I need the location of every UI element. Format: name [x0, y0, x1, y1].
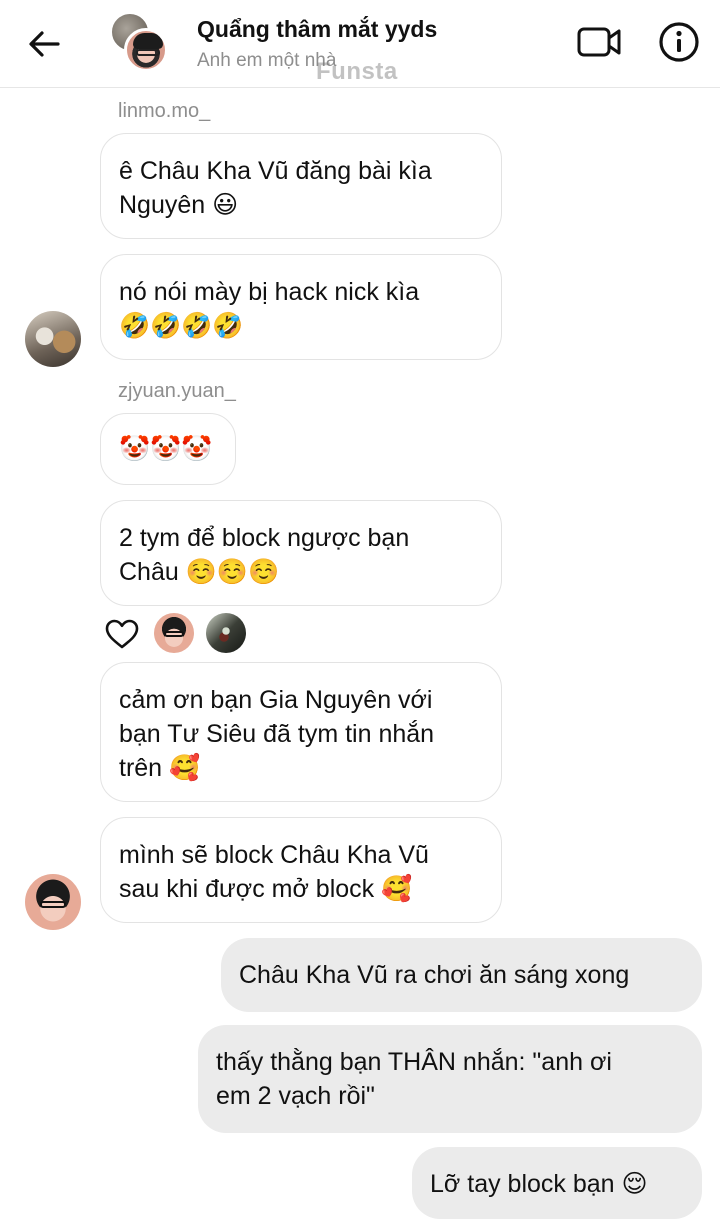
chat-title[interactable]: Quẩng thâm mắt yyds — [197, 16, 437, 43]
message-text: mình sẽ block Châu Kha Vũ sau khi được m… — [119, 841, 429, 903]
message-text: nó nói mày bị hack nick kìa 🤣🤣🤣🤣 — [119, 278, 420, 340]
like-reaction-button[interactable] — [102, 614, 142, 654]
video-camera-icon — [577, 27, 621, 57]
info-icon — [659, 22, 699, 62]
arrow-left-icon — [29, 31, 60, 57]
group-avatar[interactable] — [110, 12, 174, 72]
message-bubble-outgoing[interactable]: Lỡ tay block bạn 😌 — [412, 1147, 702, 1219]
group-avatar-front — [124, 28, 168, 72]
message-text: ê Châu Kha Vũ đăng bài kìa Nguyên 😃 — [119, 157, 432, 219]
message-text: Châu Kha Vũ ra chơi ăn sáng xong — [239, 961, 630, 989]
info-button[interactable] — [654, 18, 704, 66]
video-call-button[interactable] — [574, 20, 624, 64]
message-text: 🤡🤡🤡 — [119, 435, 213, 463]
chat-header: Quẩng thâm mắt yyds Anh em một nhà Funst… — [0, 0, 720, 88]
message-text: thấy thằng bạn THÂN nhắn: "anh ơi em 2 v… — [216, 1048, 612, 1110]
avatar[interactable] — [25, 874, 81, 930]
message-bubble[interactable]: cảm ơn bạn Gia Nguyên với bạn Tư Siêu đã… — [100, 662, 502, 802]
message-bubble[interactable]: mình sẽ block Châu Kha Vũ sau khi được m… — [100, 817, 502, 923]
message-bubble[interactable]: 2 tym để block ngược bạn Châu ☺️☺️☺️ — [100, 500, 502, 606]
avatar[interactable] — [25, 311, 81, 367]
reactor-avatar[interactable] — [206, 613, 246, 653]
message-text: Lỡ tay block bạn 😌 — [430, 1170, 648, 1198]
message-bubble-outgoing[interactable]: thấy thằng bạn THÂN nhắn: "anh ơi em 2 v… — [198, 1025, 702, 1133]
watermark: Funsta — [316, 58, 398, 85]
message-bubble[interactable]: ê Châu Kha Vũ đăng bài kìa Nguyên 😃 — [100, 133, 502, 239]
message-bubble[interactable]: nó nói mày bị hack nick kìa 🤣🤣🤣🤣 — [100, 254, 502, 360]
message-text: 2 tym để block ngược bạn Châu ☺️☺️☺️ — [119, 524, 410, 586]
message-text: cảm ơn bạn Gia Nguyên với bạn Tư Siêu đã… — [119, 686, 435, 782]
sender-name: zjyuan.yuan_ — [118, 380, 236, 402]
message-bubble[interactable]: 🤡🤡🤡 — [100, 413, 236, 485]
back-button[interactable] — [22, 22, 66, 66]
reactor-avatar[interactable] — [154, 613, 194, 653]
heart-outline-icon — [105, 619, 139, 649]
message-bubble-outgoing[interactable]: Châu Kha Vũ ra chơi ăn sáng xong — [221, 938, 702, 1012]
sender-name: linmo.mo_ — [118, 100, 211, 122]
